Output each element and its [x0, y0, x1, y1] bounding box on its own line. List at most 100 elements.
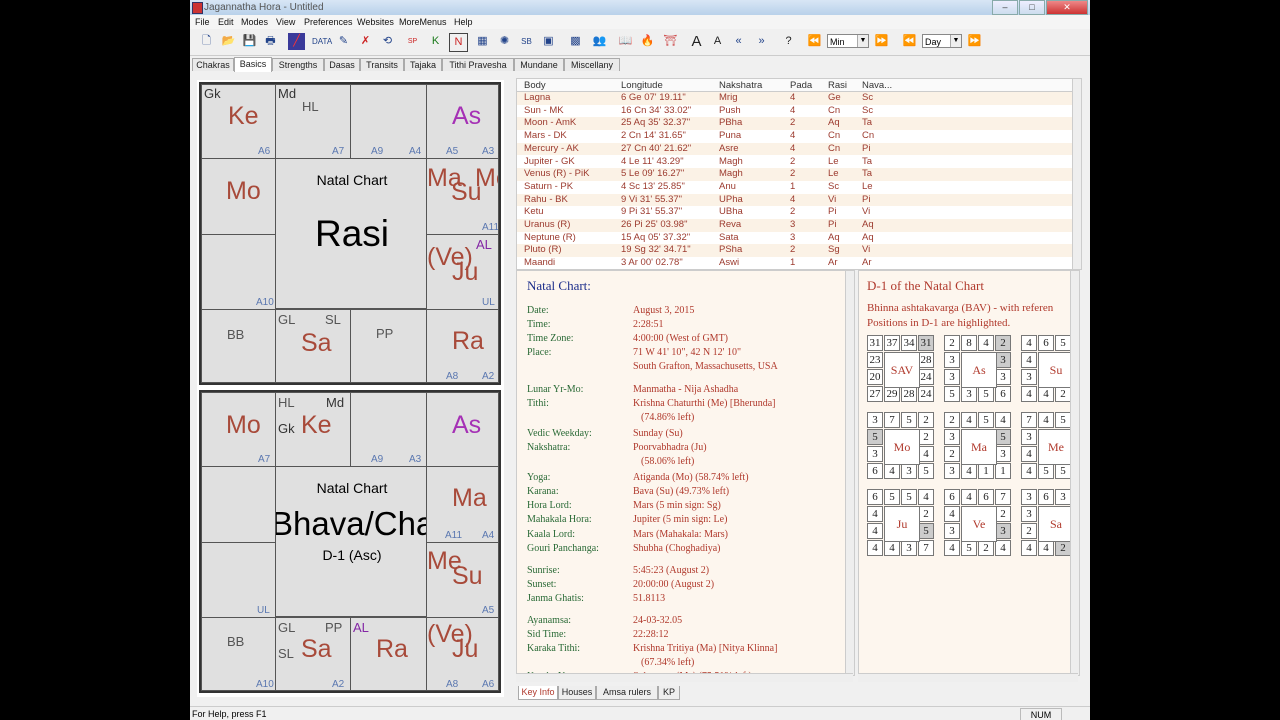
rasi-chart[interactable]: Gk Ke A6 Md HL A7 A9 A4 As A5 A3 Mo A10 …	[199, 82, 501, 385]
tab-strengths[interactable]: Strengths	[272, 58, 324, 71]
house-cell[interactable]: Ma Me Su A11	[426, 158, 499, 235]
day-back-icon[interactable]: ⏪	[901, 33, 918, 50]
house-cell[interactable]: HL Md Gk Ke	[275, 392, 351, 467]
n-icon[interactable]: N	[449, 33, 468, 52]
menu-view[interactable]: View	[276, 17, 295, 27]
menu-edit[interactable]: Edit	[218, 17, 234, 27]
table-row[interactable]: Mercury - AK 27 Cn 40' 21.62" Asre 4 Cn Pi	[517, 142, 1073, 156]
vertical-scrollbar[interactable]	[845, 271, 854, 675]
table-row[interactable]: Mars - DK 2 Cn 14' 31.65" Puna 4 Cn Cn	[517, 130, 1073, 143]
house-cell[interactable]: PP	[350, 309, 427, 383]
sb-icon[interactable]: SB	[518, 33, 535, 50]
menu-websites[interactable]: Websites	[357, 17, 394, 27]
horizontal-scrollbar[interactable]	[516, 673, 853, 682]
menu-help[interactable]: Help	[454, 17, 473, 27]
column-header[interactable]: Body	[524, 80, 546, 91]
table-row[interactable]: Venus (R) - PiK 5 Le 09' 16.27" Magh 2 Le Ta	[517, 168, 1073, 181]
column-header[interactable]: Longitude	[621, 80, 663, 91]
delete-icon[interactable]: ✗	[357, 33, 374, 50]
column-header[interactable]: Rasi	[828, 80, 847, 91]
table-row[interactable]: Saturn - PK 4 Sc 13' 25.85" Anu 1 Sc Le	[517, 181, 1073, 194]
close-button[interactable]: ✕	[1046, 0, 1088, 15]
time-forward-icon[interactable]: ⏩	[873, 33, 890, 50]
table-row[interactable]: Rahu - BK 9 Vi 31' 55.37" UPha 4 Vi Pi	[517, 193, 1073, 207]
tab-basics[interactable]: Basics	[234, 57, 272, 72]
column-header[interactable]: Nava...	[862, 80, 892, 91]
sun-icon[interactable]: ✺	[496, 33, 513, 50]
house-cell[interactable]	[201, 466, 276, 543]
house-cell[interactable]: Md HL A7	[275, 84, 351, 159]
house-cell[interactable]: Me Su A5	[426, 542, 499, 618]
table-row[interactable]: Maandi 3 Ar 00' 02.78" Aswi 1 Ar Ar	[517, 257, 1073, 270]
menu-moremenus[interactable]: MoreMenus	[399, 17, 447, 27]
frame-icon[interactable]: ▣	[540, 33, 557, 50]
house-cell[interactable]: UL	[201, 542, 276, 618]
house-cell[interactable]: BB	[201, 309, 276, 383]
tab-miscellany[interactable]: Miscellany	[564, 58, 620, 71]
house-cell[interactable]: A10	[201, 234, 276, 310]
vertical-scrollbar[interactable]	[1070, 271, 1079, 675]
help-icon[interactable]: ?	[780, 33, 797, 50]
house-cell[interactable]: Ra A8 A2	[426, 309, 499, 383]
save-icon[interactable]: 💾	[241, 33, 258, 50]
menu-preferences[interactable]: Preferences	[304, 17, 353, 27]
house-cell[interactable]: Ma A11 A4	[426, 466, 499, 543]
menu-file[interactable]: File	[195, 17, 210, 27]
table-row[interactable]: Uranus (R) 26 Pi 25' 03.98" Reva 3 Pi Aq	[517, 219, 1073, 232]
tab-chakras[interactable]: Chakras	[192, 58, 234, 71]
k-icon[interactable]: K	[427, 33, 444, 50]
vertical-scrollbar[interactable]	[1072, 79, 1081, 269]
column-header[interactable]: Nakshatra	[719, 80, 762, 91]
table-row[interactable]: Jupiter - GK 4 Le 11' 43.29" Magh 2 Le Ta	[517, 156, 1073, 169]
tab-tithi-pravesha[interactable]: Tithi Pravesha	[442, 58, 514, 71]
tab-houses[interactable]: Houses	[558, 686, 596, 700]
table-row[interactable]: Pluto (R) 19 Sg 32' 34.71" PSha 2 Sg Vi	[517, 244, 1073, 258]
table-row[interactable]: Ketu 9 Pi 31' 55.37" UBha 2 Pi Vi	[517, 206, 1073, 219]
edit-data-icon[interactable]: ✎	[335, 33, 352, 50]
house-cell[interactable]: Mo A7	[201, 392, 276, 467]
house-cell[interactable]: AL Ra	[350, 617, 427, 691]
data-icon[interactable]: DATA	[312, 33, 332, 50]
house-cell[interactable]: As A5 A3	[426, 84, 499, 159]
font-small-icon[interactable]: A	[709, 33, 726, 50]
book-icon[interactable]: 📖	[617, 33, 634, 50]
tab-transits[interactable]: Transits	[360, 58, 404, 71]
body-table[interactable]: Body Longitude Nakshatra Pada Rasi Nava.…	[516, 78, 1082, 270]
tab-dasas[interactable]: Dasas	[324, 58, 360, 71]
day-forward-icon[interactable]: ⏩	[966, 33, 983, 50]
house-cell[interactable]: A9 A4	[350, 84, 427, 159]
refresh-icon[interactable]: ⟲	[379, 33, 396, 50]
time-unit-select[interactable]: Min ▼	[827, 34, 869, 48]
temple-icon[interactable]: ⛩	[662, 33, 679, 50]
back-icon[interactable]: «	[730, 33, 747, 50]
table-row[interactable]: Sun - MK 16 Cn 34' 33.02" Push 4 Cn Sc	[517, 105, 1073, 118]
font-large-icon[interactable]: A	[688, 33, 705, 50]
house-cell[interactable]: Gk Ke A6	[201, 84, 276, 159]
tab-tajaka[interactable]: Tajaka	[404, 58, 442, 71]
house-cell[interactable]: BB A10	[201, 617, 276, 691]
house-cell[interactable]: (Ve) Ju A8 A6	[426, 617, 499, 691]
time-back-icon[interactable]: ⏪	[806, 33, 823, 50]
house-cell[interactable]: (Ve) Ju AL UL	[426, 234, 499, 310]
tab-mundane[interactable]: Mundane	[514, 58, 564, 71]
chakra-icon[interactable]: ▩	[567, 33, 584, 50]
table-row[interactable]: Lagna 6 Ge 07' 19.11" Mrig 4 Ge Sc	[517, 92, 1073, 105]
maximize-button[interactable]: □	[1019, 0, 1045, 15]
tab-amsa-rulers[interactable]: Amsa rulers	[596, 686, 658, 700]
flame-icon[interactable]: 🔥	[639, 33, 656, 50]
bhava-chart[interactable]: Mo A7 HL Md Gk Ke A9 A3 As UL Ma A11 A4 …	[199, 390, 501, 693]
table-row[interactable]: Moon - AmK 25 Aq 35' 32.37" PBha 2 Aq Ta	[517, 117, 1073, 131]
new-file-icon[interactable]: 🗋	[198, 33, 215, 50]
forward-icon[interactable]: »	[753, 33, 770, 50]
horizontal-scrollbar[interactable]	[858, 673, 1078, 682]
minimize-button[interactable]: –	[992, 0, 1018, 15]
column-header[interactable]: Pada	[790, 80, 812, 91]
house-cell[interactable]: GL SL Sa	[275, 309, 351, 383]
menu-modes[interactable]: Modes	[241, 17, 268, 27]
grid-icon[interactable]: ▦	[474, 33, 491, 50]
tab-kp[interactable]: KP	[658, 686, 680, 700]
open-folder-icon[interactable]: 📂	[220, 33, 237, 50]
people-icon[interactable]: 👥	[591, 33, 608, 50]
house-cell[interactable]: A9 A3	[350, 392, 427, 467]
tab-key-info[interactable]: Key Info	[518, 686, 558, 700]
